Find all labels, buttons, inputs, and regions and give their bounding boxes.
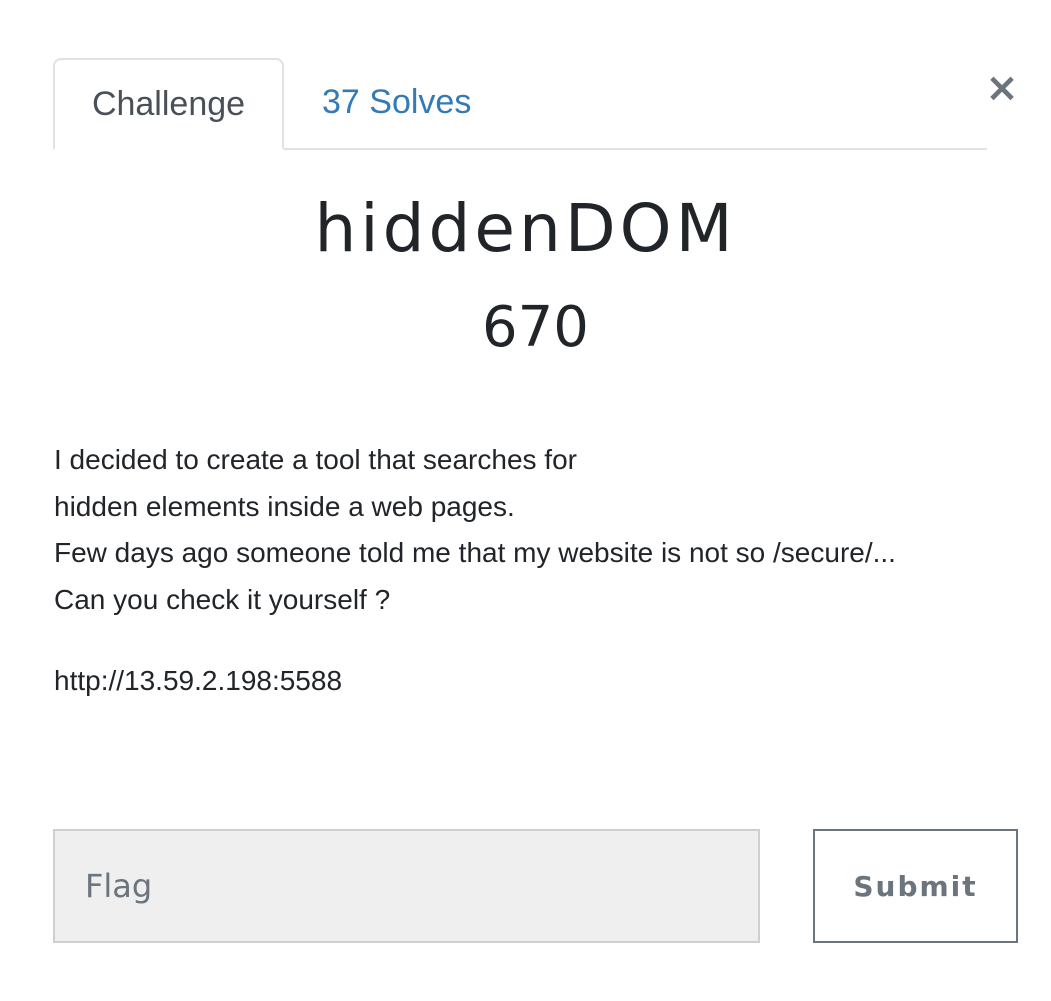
description-line: Few days ago someone told me that my web…: [54, 537, 896, 568]
flag-input[interactable]: [53, 829, 760, 943]
description-line: I decided to create a tool that searches…: [54, 444, 577, 475]
challenge-name: hiddenDOM: [314, 190, 737, 267]
description-line: Can you check it yourself ?: [54, 583, 391, 615]
close-button[interactable]: ×: [982, 66, 1022, 110]
submit-button[interactable]: Submit: [813, 829, 1018, 943]
challenge-tabs: Challenge 37 Solves: [53, 58, 987, 150]
challenge-url: http://13.59.2.198:5588: [54, 665, 343, 696]
description-line: hidden elements inside a web pages.: [54, 490, 515, 522]
tab-solves[interactable]: 37 Solves: [284, 56, 509, 148]
tab-challenge[interactable]: Challenge: [53, 58, 284, 150]
challenge-value: 670: [482, 295, 589, 360]
challenge-modal: × Challenge 37 Solves hiddenDOM 670 I de…: [0, 0, 1051, 1001]
challenge-description: I decided to create a tool that searches…: [54, 437, 1004, 623]
